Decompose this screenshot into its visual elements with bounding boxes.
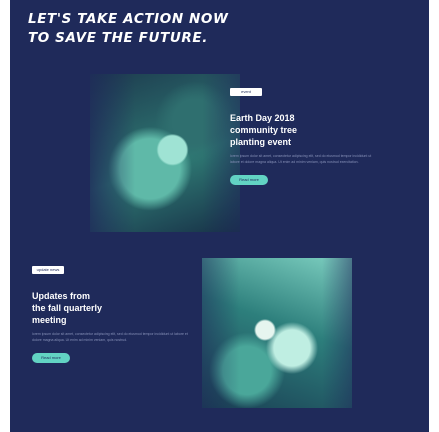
headline: LET'S TAKE ACTION NOW TO SAVE THE FUTURE…	[28, 10, 408, 48]
card-tag: update news	[32, 266, 64, 274]
card-body: lorem ipsum dolor sit amet, consectetur …	[230, 154, 372, 164]
read-more-button[interactable]: Read more	[230, 175, 268, 185]
card-title-line: community tree	[230, 125, 298, 135]
headline-line-1: LET'S TAKE ACTION NOW	[28, 11, 229, 27]
card-title-line: Updates from	[32, 291, 91, 301]
card-title-line: the fall quarterly	[32, 303, 103, 313]
card-body: lorem ipsum dolor sit amet, consectetur …	[32, 332, 188, 342]
footer-bar	[10, 418, 429, 432]
card-title: Earth Day 2018 community tree planting e…	[230, 112, 380, 148]
photo-overlay	[90, 74, 240, 232]
read-more-button[interactable]: Read more	[32, 353, 70, 363]
card-title-line: Earth Day 2018	[230, 113, 295, 123]
newsletter-panel: LET'S TAKE ACTION NOW TO SAVE THE FUTURE…	[10, 0, 429, 432]
card-earth-day: event Earth Day 2018 community tree plan…	[230, 80, 380, 220]
photo-overlay	[202, 258, 352, 408]
card-title: Updates from the fall quarterly meeting	[32, 290, 192, 326]
card-tag: event	[230, 88, 262, 96]
card-quarterly-meeting: update news Updates from the fall quarte…	[32, 258, 192, 388]
headline-line-2: TO SAVE THE FUTURE.	[28, 30, 208, 46]
card-title-line: planting event	[230, 137, 292, 147]
card-title-line: meeting	[32, 315, 67, 325]
